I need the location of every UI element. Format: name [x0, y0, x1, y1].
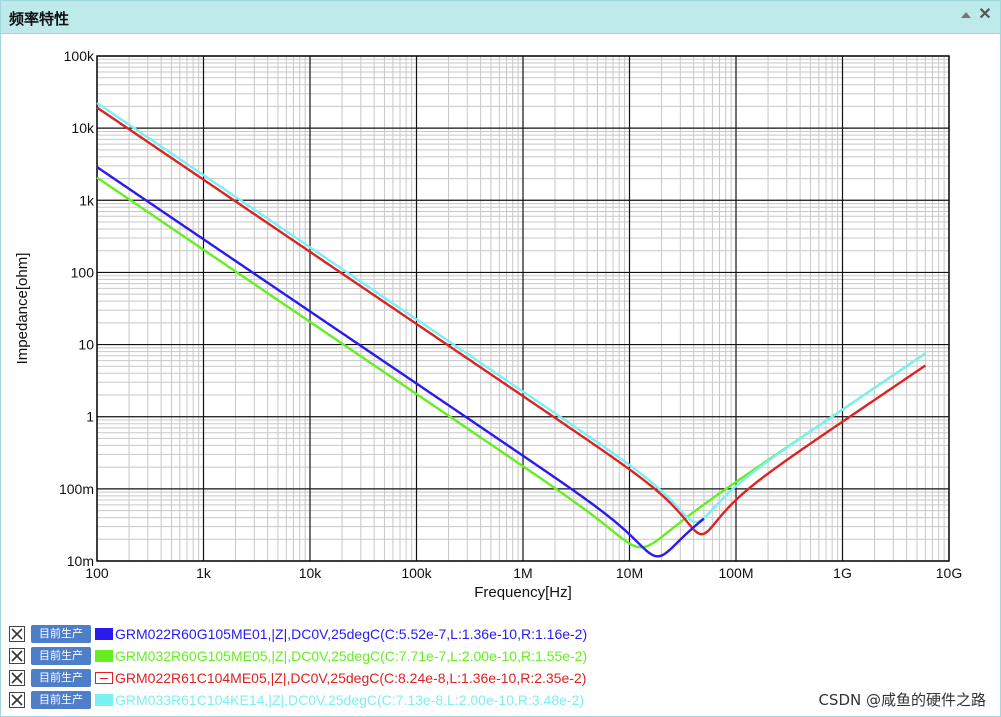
- legend-label: GRM022R60G105ME01,|Z|,DC0V,25degC(C:5.52…: [115, 626, 588, 642]
- legend-swatch: [95, 694, 113, 706]
- production-status-badge: 目前生产: [31, 691, 91, 709]
- x-tick-label: 1G: [833, 565, 852, 581]
- y-tick-label: 1k: [79, 192, 95, 208]
- x-tick-label: 100M: [718, 565, 753, 581]
- x-tick-label: 10M: [616, 565, 643, 581]
- legend-item: 目前生产 GRM022R61C104ME05,|Z|,DC0V,25degC(C…: [9, 669, 999, 689]
- legend-label: GRM033R61C104KE14,|Z|,DC0V,25degC(C:7.13…: [115, 692, 585, 708]
- y-tick-label: 1: [86, 409, 94, 425]
- production-status-badge: 目前生产: [31, 647, 91, 665]
- impedance-chart: 100 1k 10k 100k 1M 10M 100M 1G 10G10m100m1101001…: [14, 48, 962, 601]
- legend-checkbox[interactable]: [9, 626, 25, 642]
- x-tick-label: 10G: [936, 565, 962, 581]
- x-tick-label: 100k: [401, 565, 432, 581]
- watermark: CSDN @咸鱼的硬件之路: [818, 691, 986, 709]
- legend-item: 目前生产 GRM032R60G105ME05,|Z|,DC0V,25degC(C…: [9, 647, 999, 667]
- x-tick-label: 10k: [299, 565, 323, 581]
- legend-label: GRM022R61C104ME05,|Z|,DC0V,25degC(C:8.24…: [115, 670, 587, 686]
- production-status-badge: 目前生产: [31, 669, 91, 687]
- legend-label: GRM032R60G105ME05,|Z|,DC0V,25degC(C:7.71…: [115, 648, 588, 664]
- panel-titlebar: 频率特性 ✕: [1, 1, 1000, 34]
- y-tick-label: 10m: [67, 553, 94, 569]
- legend-checkbox[interactable]: [9, 670, 25, 686]
- x-tick-label: 1k: [196, 565, 212, 581]
- y-tick-label: 100m: [59, 481, 94, 497]
- close-icon[interactable]: ✕: [977, 6, 993, 24]
- legend-swatch: [95, 650, 113, 662]
- y-tick-label: 100: [71, 264, 95, 280]
- y-tick-label: 10: [78, 337, 94, 353]
- y-axis-label: Impedance[ohm]: [14, 253, 31, 365]
- production-status-badge: 目前生产: [31, 625, 91, 643]
- panel-title: 频率特性: [9, 10, 70, 28]
- legend-checkbox[interactable]: [9, 648, 25, 664]
- legend-swatch: [95, 628, 113, 640]
- legend-swatch: [95, 672, 113, 684]
- legend-checkbox[interactable]: [9, 692, 25, 708]
- legend-item: 目前生产 GRM022R60G105ME01,|Z|,DC0V,25degC(C…: [9, 625, 999, 645]
- y-tick-label: 100k: [64, 48, 95, 64]
- x-axis-label: Frequency[Hz]: [474, 584, 572, 601]
- triangle-up-icon[interactable]: [958, 7, 974, 23]
- frequency-characteristics-panel: 频率特性 ✕ 100 1k 10k 100k 1M 10M 100M 1G 10G 10m 100m…: [0, 0, 1001, 717]
- x-tick-label: 1M: [513, 565, 532, 581]
- y-tick-label: 10k: [71, 120, 95, 136]
